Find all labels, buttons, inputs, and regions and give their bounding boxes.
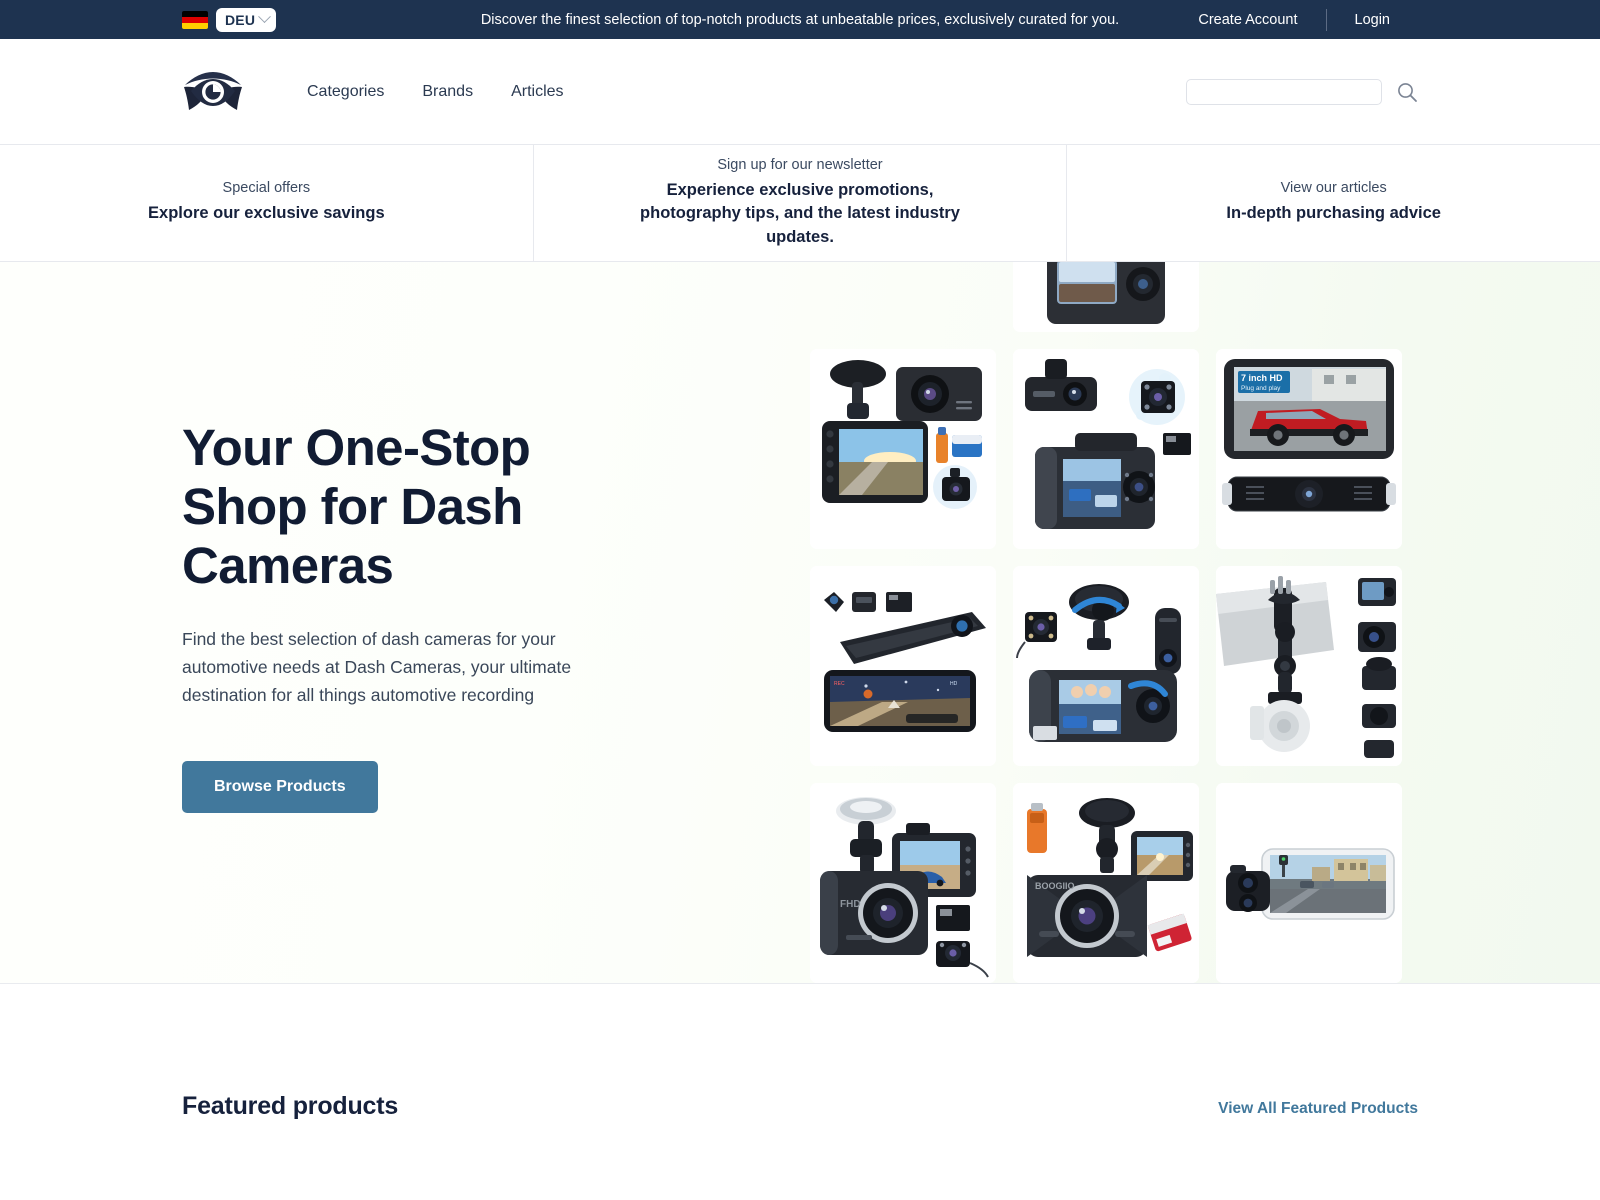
language-select-value: DEU xyxy=(225,11,256,28)
product-image-collage: 7 inch HD Plug and play REC HD FHD BOOGI… xyxy=(810,262,1410,983)
product-tile-dashcam-rear-kit[interactable] xyxy=(810,349,996,549)
site-header: Categories Brands Articles xyxy=(0,39,1600,145)
svg-text:Plug and play: Plug and play xyxy=(1241,385,1281,392)
product-tile-three-channel-suction[interactable] xyxy=(1013,566,1199,766)
svg-text:BOOGIIO: BOOGIIO xyxy=(1035,881,1075,891)
language-select[interactable]: DEU xyxy=(216,7,277,32)
login-link[interactable]: Login xyxy=(1327,12,1418,28)
winged-eye-logo-icon[interactable] xyxy=(182,66,244,118)
svg-text:REC: REC xyxy=(834,681,845,687)
promo-special-offers[interactable]: Special offers Explore our exclusive sav… xyxy=(0,145,533,261)
product-tile-seven-inch-hd-monitor[interactable]: 7 inch HD Plug and play xyxy=(1216,349,1402,549)
chevron-down-icon xyxy=(258,10,272,24)
promo-subtitle: Sign up for our newsletter xyxy=(717,156,883,173)
view-all-featured-products-link[interactable]: View All Featured Products xyxy=(1218,1100,1418,1121)
search-group xyxy=(1186,78,1418,105)
language-selector-group: DEU xyxy=(182,7,277,32)
nav-item-articles[interactable]: Articles xyxy=(511,83,563,101)
account-links: Create Account Login xyxy=(1170,8,1418,31)
page-title: Your One-Stop Shop for Dash Cameras xyxy=(182,419,531,595)
german-flag-icon xyxy=(182,10,208,29)
announcement-bar: DEU Discover the finest selection of top… xyxy=(0,0,1600,39)
svg-text:HD: HD xyxy=(950,681,958,687)
nav-item-brands[interactable]: Brands xyxy=(422,83,473,101)
promo-articles[interactable]: View our articles In-depth purchasing ad… xyxy=(1066,145,1600,261)
hero-description: Find the best selection of dash cameras … xyxy=(182,629,572,705)
svg-text:7 inch HD: 7 inch HD xyxy=(1241,373,1283,383)
product-tile-mirror-dashcam[interactable]: REC HD xyxy=(810,566,996,766)
promo-title: In-depth purchasing advice xyxy=(1226,204,1441,223)
product-tile-dual-lens-waterproof[interactable] xyxy=(1013,349,1199,549)
promo-strip: Special offers Explore our exclusive sav… xyxy=(0,145,1600,262)
nav-item-categories[interactable]: Categories xyxy=(307,83,384,101)
featured-products-section: Featured products View All Featured Prod… xyxy=(0,984,1600,1121)
featured-products-heading: Featured products xyxy=(182,1092,399,1120)
product-tile-smartphone-app-view[interactable] xyxy=(1216,783,1402,983)
create-account-link[interactable]: Create Account xyxy=(1170,12,1325,28)
hero-section: Your One-Stop Shop for Dash Cameras Find… xyxy=(0,262,1600,984)
search-icon[interactable] xyxy=(1396,81,1418,103)
promo-title: Experience exclusive promotions, photogr… xyxy=(640,180,960,246)
promo-newsletter[interactable]: Sign up for our newsletter Experience ex… xyxy=(532,145,1067,261)
promo-subtitle: Special offers xyxy=(222,180,311,197)
hero-copy: Your One-Stop Shop for Dash Cameras Find… xyxy=(182,418,652,814)
svg-text:FHD: FHD xyxy=(840,899,861,910)
search-input[interactable] xyxy=(1186,78,1382,105)
promo-title: Explore our exclusive savings xyxy=(148,204,385,223)
browse-products-button[interactable]: Browse Products xyxy=(182,761,378,814)
product-tile-fhd-dashcam-kit[interactable]: FHD xyxy=(810,783,996,983)
promo-subtitle: View our articles xyxy=(1280,180,1387,197)
product-tile-mount-bracket-kit[interactable] xyxy=(1216,566,1402,766)
main-navigation: Categories Brands Articles xyxy=(307,83,564,101)
product-tile-boogiio-dashcam[interactable]: BOOGIIO xyxy=(1013,783,1199,983)
product-tile-top-partial[interactable] xyxy=(1013,262,1199,332)
